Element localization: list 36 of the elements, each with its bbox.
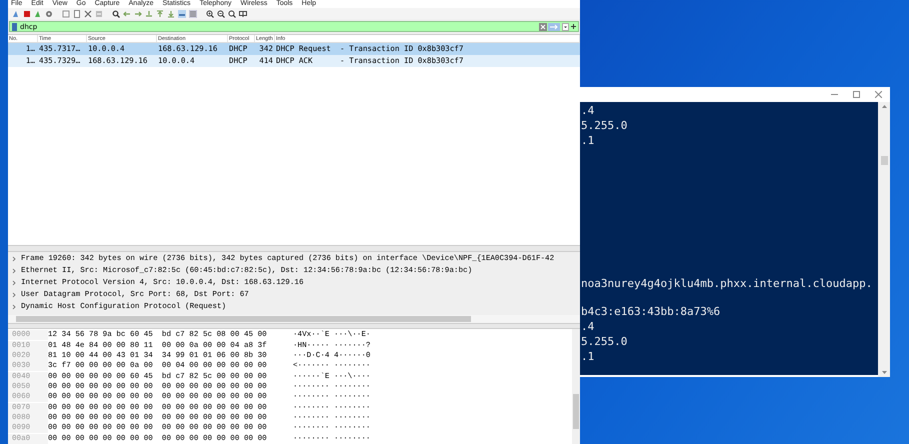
zoom-in-icon[interactable] [206, 10, 214, 18]
scroll-up-icon[interactable] [882, 105, 886, 108]
horizontal-scrollbar[interactable] [8, 315, 580, 323]
gear-icon[interactable] [45, 10, 53, 18]
console-line: .4 [581, 103, 596, 118]
dropdown-icon[interactable] [562, 22, 569, 30]
forward-arrow-icon[interactable] [134, 10, 142, 18]
scroll-down-icon[interactable] [882, 371, 886, 374]
search-icon[interactable] [112, 10, 120, 18]
minimize-icon[interactable] [831, 91, 838, 98]
maximize-icon[interactable] [853, 91, 860, 98]
plus-icon[interactable] [571, 24, 576, 29]
document-icon[interactable] [73, 10, 81, 18]
console-line: .4 [581, 319, 596, 334]
autoscroll-icon[interactable] [178, 10, 186, 18]
console-line: .1 [581, 133, 596, 148]
console-line: .1 [581, 349, 596, 364]
console-line: b4c3:e163:43bb:8a73%6 [581, 304, 722, 319]
scrollbar-thumb[interactable] [880, 156, 888, 165]
stop-icon[interactable] [23, 10, 31, 18]
console-line: noa3nurey4g4ojklu4mb.phxx.internal.cloudapp. [581, 276, 874, 291]
first-packet-icon[interactable] [156, 10, 164, 18]
console-line: 5.255.0 [581, 118, 628, 133]
vertical-scrollbar[interactable] [572, 329, 580, 444]
bookmark-icon[interactable] [12, 22, 17, 30]
console-line: 5.255.0 [581, 334, 628, 349]
close-icon[interactable] [875, 91, 882, 98]
close-file-icon[interactable] [84, 10, 92, 18]
last-packet-icon[interactable] [167, 10, 175, 18]
zoom-out-icon[interactable] [217, 10, 225, 18]
terminal-scrollbar[interactable] [878, 102, 890, 377]
back-arrow-icon[interactable] [123, 10, 131, 18]
scrollbar-thumb[interactable] [16, 316, 471, 322]
zoom-reset-icon[interactable] [228, 10, 236, 18]
clear-icon[interactable] [539, 22, 547, 30]
scrollbar-thumb[interactable] [573, 394, 579, 429]
